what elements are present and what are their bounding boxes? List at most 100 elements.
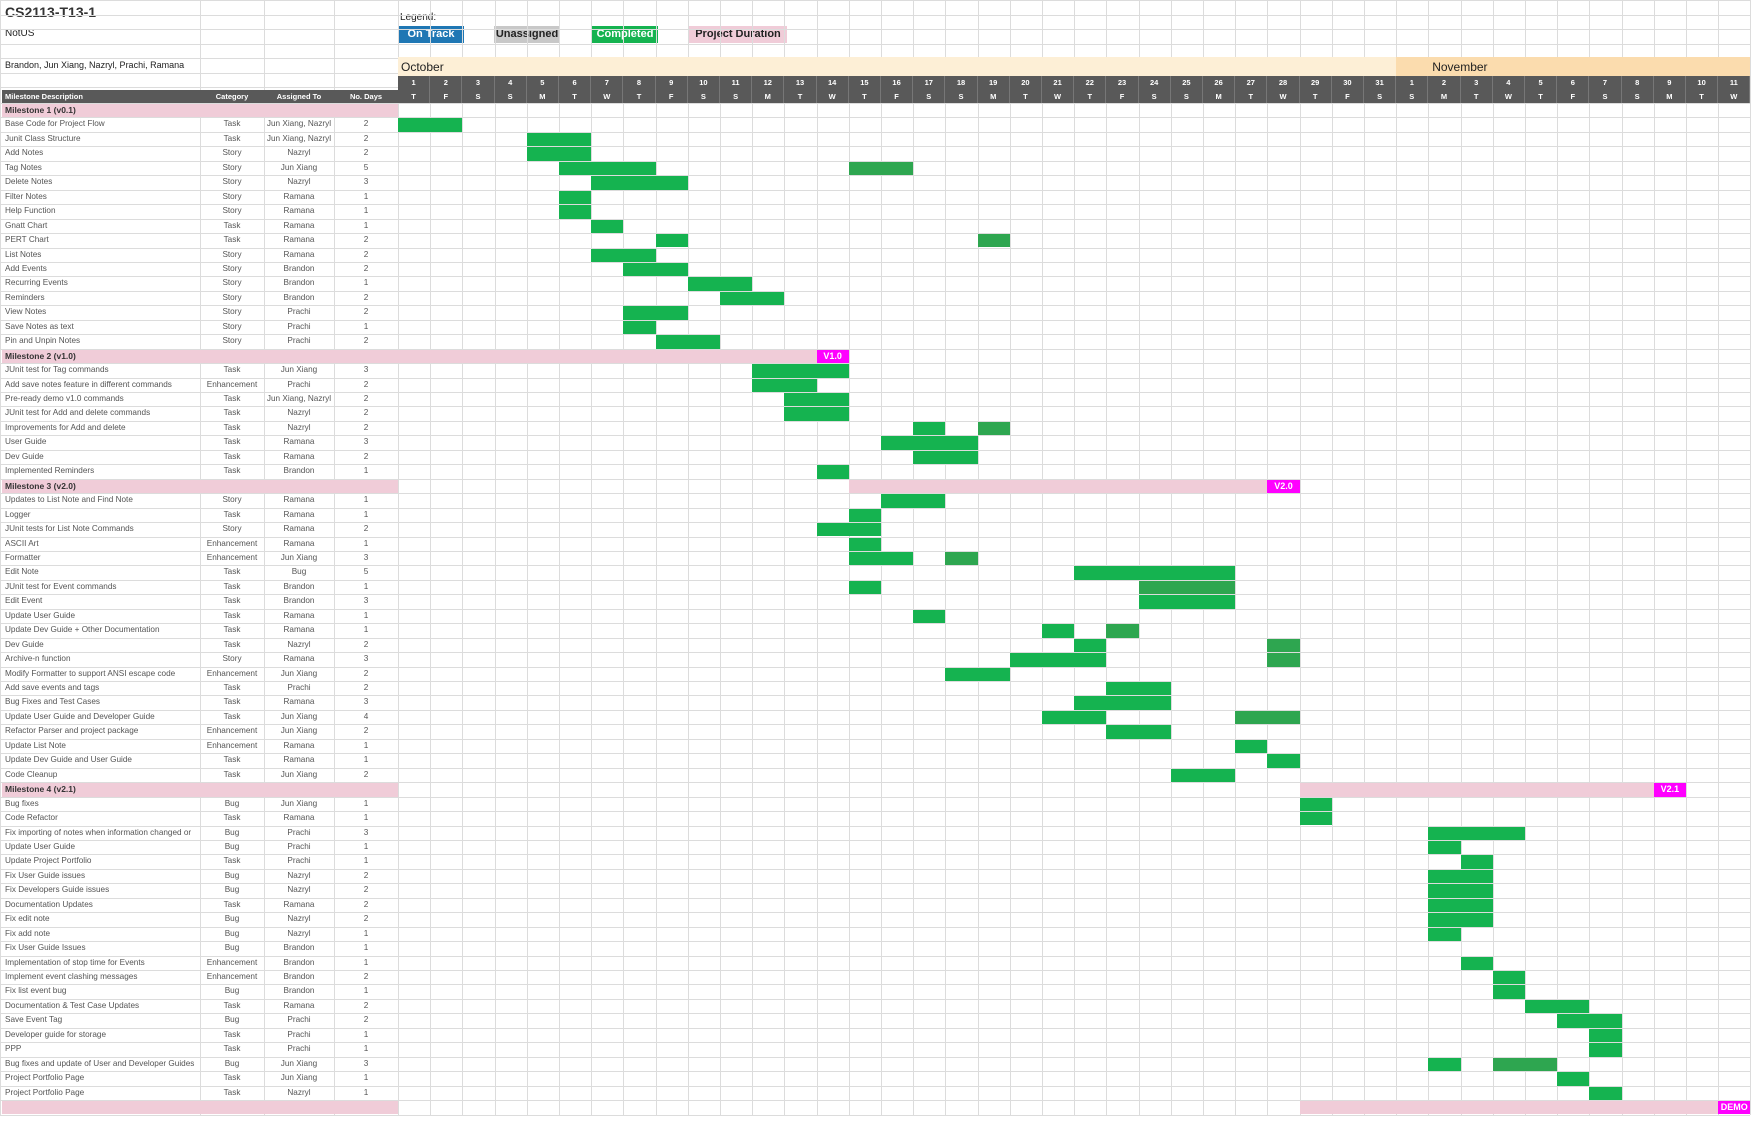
task-description[interactable]: Code Refactor [5,811,200,825]
task-description[interactable]: Reminders [5,291,200,305]
column-header-milestone-description[interactable]: Milestone Description [2,90,200,103]
task-category[interactable]: Task [200,464,264,478]
task-assignee[interactable]: Prachi [264,681,334,695]
task-description[interactable]: Implementation of stop time for Events [5,956,200,970]
task-description[interactable]: Modify Formatter to support ANSI escape … [5,667,200,681]
task-assignee[interactable]: Brandon [264,941,334,955]
task-duration[interactable]: 1 [334,190,398,204]
task-duration[interactable]: 1 [334,623,398,637]
task-description[interactable]: Update List Note [5,739,200,753]
task-assignee[interactable]: Prachi [264,334,334,348]
task-duration[interactable]: 2 [334,406,398,420]
task-category[interactable]: Bug [200,869,264,883]
task-assignee[interactable]: Brandon [264,956,334,970]
task-category[interactable]: Bug [200,984,264,998]
task-category[interactable]: Story [200,493,264,507]
task-duration[interactable]: 1 [334,204,398,218]
task-duration[interactable]: 1 [334,811,398,825]
task-category[interactable]: Task [200,565,264,579]
task-duration[interactable]: 1 [334,508,398,522]
task-assignee[interactable]: Nazryl [264,406,334,420]
task-assignee[interactable]: Nazryl [264,912,334,926]
task-category[interactable]: Bug [200,941,264,955]
task-description[interactable]: List Notes [5,248,200,262]
task-duration[interactable]: 1 [334,941,398,955]
task-assignee[interactable]: Jun Xiang [264,1071,334,1085]
task-description[interactable]: Project Portfolio Page [5,1071,200,1085]
task-category[interactable]: Bug [200,797,264,811]
task-duration[interactable]: 3 [334,551,398,565]
task-assignee[interactable]: Ramana [264,739,334,753]
task-duration[interactable]: 2 [334,305,398,319]
task-assignee[interactable]: Ramana [264,623,334,637]
task-duration[interactable]: 2 [334,912,398,926]
task-category[interactable]: Enhancement [200,739,264,753]
task-duration[interactable]: 1 [334,320,398,334]
task-category[interactable]: Task [200,594,264,608]
task-duration[interactable]: 3 [334,594,398,608]
task-assignee[interactable]: Jun Xiang [264,797,334,811]
task-assignee[interactable]: Ramana [264,493,334,507]
task-duration[interactable]: 3 [334,175,398,189]
task-assignee[interactable]: Prachi [264,826,334,840]
task-duration[interactable]: 2 [334,681,398,695]
task-category[interactable]: Task [200,1042,264,1056]
task-duration[interactable]: 2 [334,262,398,276]
task-assignee[interactable]: Ramana [264,999,334,1013]
task-duration[interactable]: 3 [334,695,398,709]
task-category[interactable]: Story [200,190,264,204]
task-description[interactable]: Save Notes as text [5,320,200,334]
task-duration[interactable]: 5 [334,565,398,579]
task-description[interactable]: Gnatt Chart [5,219,200,233]
task-duration[interactable]: 2 [334,522,398,536]
task-duration[interactable]: 1 [334,854,398,868]
task-duration[interactable]: 3 [334,826,398,840]
task-category[interactable]: Task [200,609,264,623]
task-assignee[interactable]: Jun Xiang [264,363,334,377]
column-header-no-days[interactable]: No. Days [334,90,398,103]
task-duration[interactable]: 2 [334,667,398,681]
task-duration[interactable]: 3 [334,1057,398,1071]
task-category[interactable]: Bug [200,883,264,897]
task-assignee[interactable]: Ramana [264,248,334,262]
task-assignee[interactable]: Ramana [264,204,334,218]
task-assignee[interactable]: Jun Xiang, Nazryl [264,117,334,131]
task-description[interactable]: Fix edit note [5,912,200,926]
task-duration[interactable]: 2 [334,233,398,247]
task-description[interactable]: Edit Note [5,565,200,579]
task-duration[interactable]: 2 [334,638,398,652]
task-description[interactable]: JUnit test for Tag commands [5,363,200,377]
task-category[interactable]: Story [200,276,264,290]
task-assignee[interactable]: Ramana [264,695,334,709]
task-duration[interactable]: 2 [334,1013,398,1027]
task-assignee[interactable]: Ramana [264,450,334,464]
task-assignee[interactable]: Nazryl [264,421,334,435]
task-duration[interactable]: 3 [334,435,398,449]
task-category[interactable]: Enhancement [200,378,264,392]
task-category[interactable]: Task [200,623,264,637]
task-description[interactable]: Implemented Reminders [5,464,200,478]
task-description[interactable]: Update User Guide and Developer Guide [5,710,200,724]
task-description[interactable]: PPP [5,1042,200,1056]
task-duration[interactable]: 2 [334,146,398,160]
task-duration[interactable]: 2 [334,768,398,782]
task-description[interactable]: Fix User Guide issues [5,869,200,883]
task-assignee[interactable]: Jun Xiang, Nazryl [264,392,334,406]
task-category[interactable]: Task [200,1028,264,1042]
task-description[interactable]: Update Dev Guide + Other Documentation [5,623,200,637]
task-category[interactable]: Bug [200,840,264,854]
task-description[interactable]: JUnit tests for List Note Commands [5,522,200,536]
task-description[interactable]: Bug fixes and update of User and Develop… [5,1057,200,1071]
task-description[interactable]: Add Notes [5,146,200,160]
task-assignee[interactable]: Ramana [264,811,334,825]
task-assignee[interactable]: Ramana [264,522,334,536]
task-description[interactable]: Junit Class Structure [5,132,200,146]
task-duration[interactable]: 2 [334,132,398,146]
task-category[interactable]: Task [200,999,264,1013]
task-assignee[interactable]: Jun Xiang, Nazryl [264,132,334,146]
task-duration[interactable]: 1 [334,840,398,854]
task-description[interactable]: Improvements for Add and delete [5,421,200,435]
task-assignee[interactable]: Ramana [264,508,334,522]
task-assignee[interactable]: Jun Xiang [264,724,334,738]
task-category[interactable]: Bug [200,912,264,926]
